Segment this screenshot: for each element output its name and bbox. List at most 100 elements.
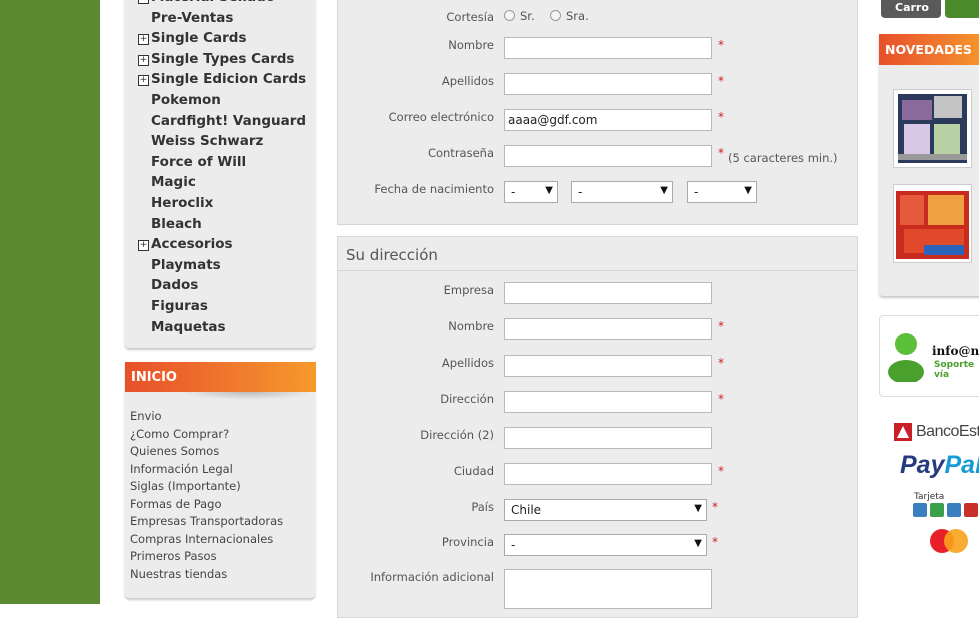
product-thumbnail[interactable] (893, 184, 972, 263)
info-adicional-textarea[interactable] (504, 569, 712, 609)
address-apellidos-label: Apellidos (441, 356, 494, 370)
product-thumbnail[interactable] (893, 89, 972, 168)
password-input[interactable] (504, 145, 712, 167)
expand-plus-icon[interactable]: + (138, 34, 149, 46)
category-item[interactable]: Cardfight! Vanguard (138, 113, 306, 133)
expand-plus-icon[interactable]: + (138, 240, 149, 252)
ciudad-input[interactable] (504, 463, 712, 485)
category-item-label: Material Sellado (151, 0, 275, 5)
category-item-label: Single Types Cards (151, 50, 295, 67)
category-item[interactable]: Bleach (138, 216, 202, 236)
password-hint: (5 caracteres min.) (728, 151, 838, 165)
category-item-label: Single Cards (151, 30, 247, 47)
inicio-link[interactable]: ¿Como Comprar? (130, 427, 229, 441)
required-mark: * (718, 392, 724, 406)
radio-sra[interactable] (550, 10, 561, 21)
email-label: Correo electrónico (388, 110, 494, 124)
inicio-header: INICIO (125, 362, 316, 392)
category-item-label: Maquetas (151, 318, 226, 335)
chevron-down-icon: ▼ (744, 185, 752, 196)
inicio-link[interactable]: Nuestras tiendas (130, 567, 227, 581)
inicio-link[interactable]: Siglas (Importante) (130, 479, 241, 493)
category-item-label: Pre-Ventas (151, 9, 234, 26)
category-item-label: Figuras (151, 298, 208, 314)
birth-month-value: - (578, 185, 583, 199)
birth-month-select[interactable]: - ▼ (571, 181, 673, 203)
required-mark: * (712, 535, 718, 549)
category-item[interactable]: + Single Types Cards (138, 51, 294, 71)
email-input[interactable]: aaaa@gdf.com (504, 109, 712, 131)
empresa-label: Empresa (443, 283, 494, 297)
ciudad-label: Ciudad (453, 464, 494, 478)
pais-label: País (471, 500, 494, 514)
required-mark: * (718, 38, 724, 52)
address-apellidos-input[interactable] (504, 355, 712, 377)
product-image (898, 94, 967, 163)
bank-logo-icon (894, 423, 912, 441)
category-item[interactable]: Weiss Schwarz (138, 133, 263, 153)
direccion-input[interactable] (504, 391, 712, 413)
category-item-label: Weiss Schwarz (151, 133, 264, 150)
category-item[interactable]: Pre-Ventas (138, 10, 233, 30)
address-nombre-input[interactable] (504, 318, 712, 340)
required-mark: * (718, 356, 724, 370)
info-adicional-label: Información adicional (370, 570, 494, 584)
inicio-link[interactable]: Empresas Transportadoras (130, 514, 283, 528)
expand-plus-icon[interactable]: + (138, 54, 149, 66)
chevron-down-icon: ▼ (694, 503, 702, 514)
category-item[interactable]: +Material Sellado (138, 0, 275, 9)
inicio-link[interactable]: Quienes Somos (130, 444, 219, 458)
category-item[interactable]: Playmats (138, 257, 221, 277)
category-item[interactable]: Dados (138, 277, 198, 297)
empresa-input[interactable] (504, 282, 712, 304)
inicio-link[interactable]: Envio (130, 409, 162, 423)
inicio-link[interactable]: Información Legal (130, 462, 233, 476)
category-item[interactable]: Figuras (138, 298, 208, 318)
birthdate-label: Fecha de nacimiento (374, 182, 494, 196)
required-mark: * (718, 146, 724, 160)
support-email: info@nc (932, 344, 979, 358)
password-label: Contraseña (427, 146, 494, 160)
chevron-down-icon: ▼ (545, 185, 553, 196)
required-mark: * (718, 319, 724, 333)
category-item[interactable]: Force of Will (138, 154, 246, 174)
category-item-label: Force of Will (151, 153, 247, 170)
expand-plus-icon[interactable]: + (138, 0, 149, 4)
category-item-label: Single Edicion Cards (151, 71, 307, 88)
chevron-down-icon: ▼ (694, 538, 702, 549)
category-item[interactable]: + Accesorios (138, 236, 233, 256)
direccion2-input[interactable] (504, 427, 712, 449)
provincia-select[interactable]: - ▼ (504, 534, 707, 556)
category-item-label: Accesorios (151, 236, 233, 253)
required-mark: * (718, 110, 724, 124)
inicio-link[interactable]: Primeros Pasos (130, 549, 217, 563)
direccion2-label: Dirección (2) (420, 428, 494, 442)
category-item[interactable]: Heroclix (138, 195, 213, 215)
cart-button[interactable]: Carro (881, 0, 941, 18)
category-item[interactable]: Maquetas (138, 319, 226, 339)
category-item[interactable]: + Single Edicion Cards (138, 71, 306, 91)
birth-day-select[interactable]: - ▼ (504, 181, 558, 203)
category-item[interactable]: + Single Cards (138, 30, 246, 50)
tarjeta-label: Tarjeta (914, 492, 945, 502)
inicio-link[interactable]: Formas de Pago (130, 497, 222, 511)
pais-value: Chile (511, 503, 542, 517)
apellidos-input[interactable] (504, 73, 712, 95)
birth-day-value: - (511, 185, 516, 199)
pais-select[interactable]: Chile ▼ (504, 499, 707, 521)
inicio-link[interactable]: Compras Internacionales (130, 532, 273, 546)
nombre-input[interactable] (504, 37, 712, 59)
paypal-logo: PayPal (900, 451, 979, 479)
birth-year-select[interactable]: - ▼ (687, 181, 757, 203)
checkout-button[interactable] (945, 0, 979, 18)
expand-plus-icon[interactable]: + (138, 75, 149, 87)
category-item[interactable]: Magic (138, 174, 196, 194)
category-item-label: Heroclix (151, 195, 214, 211)
category-item[interactable]: Pokemon (138, 92, 221, 112)
product-image (896, 191, 969, 259)
address-title: Su dirección (346, 246, 438, 264)
bank-logo-text: BancoEsta (916, 423, 979, 440)
category-item-label: Magic (151, 174, 196, 191)
inicio-header-shadow (180, 392, 315, 400)
radio-sr[interactable] (504, 10, 515, 21)
